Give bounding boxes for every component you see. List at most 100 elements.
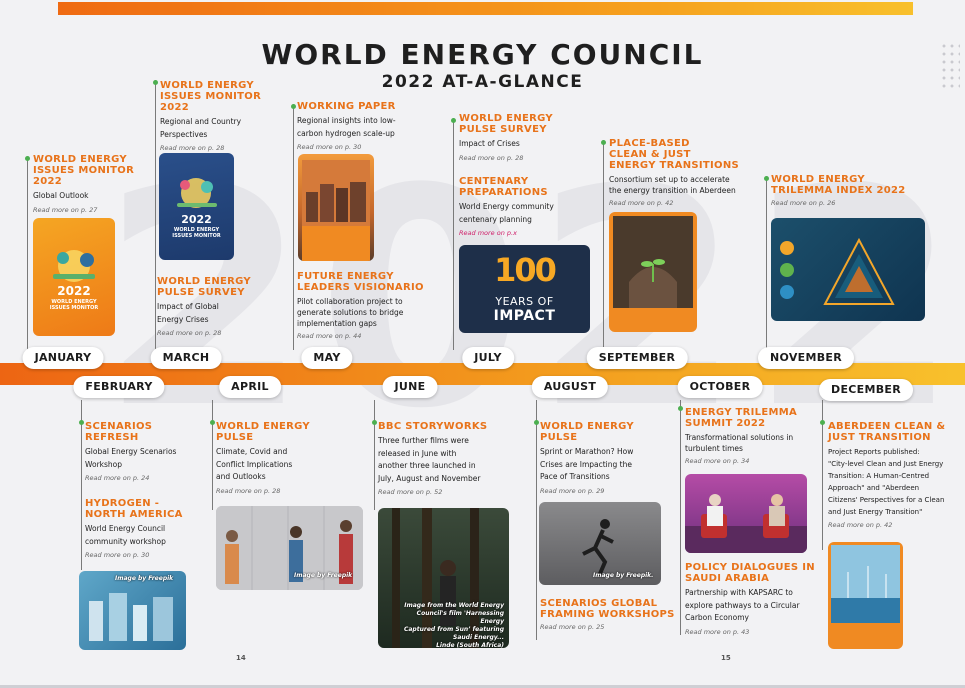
item-read-more[interactable]: Read more on p. 28: [157, 328, 277, 338]
cover-title: WORLD ENERGY ISSUES MONITOR: [49, 299, 99, 311]
connector-line: [81, 400, 82, 570]
item-heading: WORLD ENERGY PULSE SURVEY: [459, 113, 553, 135]
item-heading: WORLD ENERGY TRILEMMA INDEX 2022: [771, 174, 906, 196]
item-mar-issues-monitor: WORLD ENERGY ISSUES MONITOR 2022 Regiona…: [160, 80, 280, 153]
centenary-text: YEARS OF: [495, 295, 554, 308]
item-read-more[interactable]: Read more on p. 52: [378, 487, 518, 497]
month-february: FEBRUARY: [73, 376, 165, 398]
item-read-more[interactable]: Read more on p. 26: [771, 198, 921, 208]
cover-clean-just-transitions: [609, 212, 697, 332]
item-oct-policy-dialogues: POLICY DIALOGUES IN SAUDI ARABIA Partner…: [685, 562, 825, 637]
connector-dot: [79, 420, 84, 425]
item-heading: WORLD ENERGY PULSE SURVEY: [157, 276, 251, 298]
cover-year: 2022: [57, 284, 91, 298]
month-april: APRIL: [219, 376, 281, 398]
item-feb-hydrogen: HYDROGEN - NORTH AMERICA World Energy Co…: [85, 498, 205, 560]
image-caption: Image by Freepik: [115, 575, 174, 582]
item-apr-pulse: WORLD ENERGY PULSE Climate, Covid and Co…: [216, 421, 336, 496]
month-august: AUGUST: [531, 376, 609, 398]
connector-dot: [764, 176, 769, 181]
item-heading: WORLD ENERGY ISSUES MONITOR 2022: [160, 80, 262, 113]
item-text: Global Energy Scenarios Workshop: [85, 447, 177, 469]
cover-aberdeen-report: [828, 542, 903, 649]
connector-dot: [534, 420, 539, 425]
item-read-more[interactable]: Read more on p. 42: [828, 520, 963, 530]
item-read-more[interactable]: Read more on p. 28: [160, 143, 280, 153]
connector-dot: [291, 104, 296, 109]
item-heading: PLACE-BASED CLEAN & JUST ENERGY TRANSITI…: [609, 138, 740, 171]
connector-dot: [451, 118, 456, 123]
item-text: Project Reports published: "City-level C…: [828, 448, 945, 516]
item-aug-scenarios-workshops: SCENARIOS GLOBAL FRAMING WORKSHOPS Read …: [540, 598, 680, 632]
item-text: Transformational solutions in turbulent …: [685, 433, 794, 453]
item-read-more[interactable]: Read more on p. 28: [216, 486, 336, 496]
item-jan-issues-monitor: WORLD ENERGY ISSUES MONITOR 2022 Global …: [33, 154, 143, 215]
item-text: Regional insights into low- carbon hydro…: [297, 116, 396, 138]
item-heading: SCENARIOS REFRESH: [85, 421, 153, 443]
item-heading: ABERDEEN CLEAN & JUST TRANSITION: [828, 421, 946, 443]
trilemma-index-image: [771, 218, 925, 321]
item-dec-aberdeen: ABERDEEN CLEAN & JUST TRANSITION Project…: [828, 421, 963, 530]
connector-dot: [372, 420, 377, 425]
item-aug-pulse: WORLD ENERGY PULSE Sprint or Marathon? H…: [540, 421, 670, 496]
summit-panel-photo: [685, 474, 807, 553]
page-subtitle: 2022 AT-A-GLANCE: [381, 72, 584, 92]
top-accent-bar: [58, 2, 913, 15]
item-read-more[interactable]: Read more on p. 27: [33, 205, 143, 215]
item-text: Consortium set up to accelerate the ener…: [609, 175, 736, 195]
connector-line: [536, 400, 537, 640]
item-read-more[interactable]: Read more on p. 28: [459, 153, 579, 163]
item-heading: CENTENARY PREPARATIONS: [459, 176, 548, 198]
item-read-more[interactable]: Read more on p. 42: [609, 198, 759, 208]
month-january: JANUARY: [22, 347, 104, 369]
item-text: World Energy community centenary plannin…: [459, 202, 554, 224]
item-read-more[interactable]: Read more on p.x: [459, 228, 579, 238]
item-text: Impact of Global Energy Crises: [157, 302, 219, 324]
item-text: Regional and Country Perspectives: [160, 117, 242, 139]
month-june: JUNE: [382, 376, 438, 398]
connector-line: [293, 104, 294, 350]
cover-year: 2022: [181, 213, 212, 226]
item-heading: SCENARIOS GLOBAL FRAMING WORKSHOPS: [540, 598, 675, 620]
item-read-more[interactable]: Read more on p. 44: [297, 331, 437, 341]
item-read-more[interactable]: Read more on p. 24: [85, 473, 205, 483]
item-text: World Energy Council community workshop: [85, 524, 166, 546]
centenary-impact: IMPACT: [493, 308, 556, 324]
item-text: Impact of Crises: [459, 139, 520, 148]
connector-line: [374, 400, 375, 510]
item-jul-pulse-survey: WORLD ENERGY PULSE SURVEY Impact of Cris…: [459, 113, 579, 163]
item-read-more[interactable]: Read more on p. 30: [297, 142, 437, 152]
connector-line: [212, 400, 213, 510]
cover-issues-monitor-global: 2022 WORLD ENERGY ISSUES MONITOR: [33, 218, 115, 336]
page-number-left: 14: [236, 654, 246, 662]
masked-people-photo: Image by Freepik: [216, 506, 363, 590]
item-heading: FUTURE ENERGY LEADERS VISIONARIO: [297, 271, 424, 293]
item-read-more[interactable]: Read more on p. 29: [540, 486, 670, 496]
item-read-more[interactable]: Read more on p. 43: [685, 627, 825, 637]
item-read-more[interactable]: Read more on p. 30: [85, 550, 205, 560]
image-caption: Image from the World Energy Council's fi…: [403, 602, 504, 648]
item-read-more[interactable]: Read more on p. 25: [540, 622, 680, 632]
item-read-more[interactable]: Read more on p. 34: [685, 456, 825, 466]
centenary-logo-image: 100 YEARS OF IMPACT: [459, 245, 590, 333]
item-heading: ENERGY TRILEMMA SUMMIT 2022: [685, 407, 798, 429]
month-may: MAY: [301, 347, 353, 369]
item-text: Global Outlook: [33, 191, 89, 200]
image-caption: Image by Freepik.: [593, 572, 654, 579]
item-mar-pulse-survey: WORLD ENERGY PULSE SURVEY Impact of Glob…: [157, 276, 277, 338]
connector-dot: [601, 140, 606, 145]
infographic-page: 2022 WORLD ENERGY COUNCIL 2022 AT-A-GLAN…: [0, 0, 965, 688]
bbc-forest-photo: Image from the World Energy Council's fi…: [378, 508, 509, 648]
cover-issues-monitor-regional: 2022 WORLD ENERGY ISSUES MONITOR: [159, 153, 234, 260]
item-sep-place-based: PLACE-BASED CLEAN & JUST ENERGY TRANSITI…: [609, 138, 759, 208]
month-december: DECEMBER: [819, 379, 913, 401]
item-text: Sprint or Marathon? How Crises are Impac…: [540, 447, 634, 481]
item-may-working-paper: WORKING PAPER Regional insights into low…: [297, 101, 437, 152]
month-september: SEPTEMBER: [586, 347, 688, 369]
item-heading: BBC STORYWORKS: [378, 421, 488, 432]
month-october: OCTOBER: [677, 376, 763, 398]
runner-photo: Image by Freepik.: [539, 502, 661, 585]
item-heading: WORLD ENERGY ISSUES MONITOR 2022: [33, 154, 135, 187]
connector-dot: [25, 156, 30, 161]
item-heading: WORLD ENERGY PULSE: [216, 421, 310, 443]
